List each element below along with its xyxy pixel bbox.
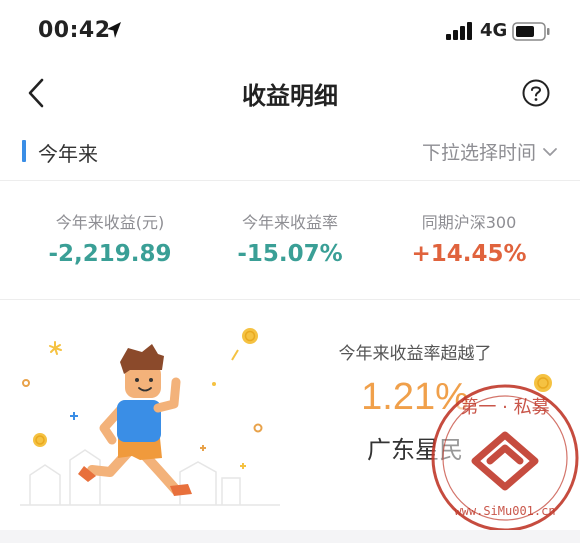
stat-label: 今年来收益率 bbox=[241, 213, 338, 232]
stats-row: 今年来收益(元) -2,219.89 今年来收益率 -15.07% 同期沪深30… bbox=[0, 181, 580, 300]
help-circle-icon bbox=[522, 79, 550, 107]
stat-ytd-return: 今年来收益率 -15.07% bbox=[200, 209, 380, 267]
stat-label: 同期沪深300 bbox=[421, 213, 517, 232]
help-button[interactable] bbox=[521, 78, 551, 108]
location-arrow-icon bbox=[107, 22, 121, 38]
stat-value: -15.07% bbox=[237, 241, 343, 267]
stat-value: -2,219.89 bbox=[48, 241, 172, 267]
signal-icon bbox=[446, 22, 472, 40]
watermark-stamp: 第一 · 私募 www.SiMu001.cn bbox=[431, 384, 579, 532]
nav-bar: 收益明细 bbox=[0, 62, 580, 124]
svg-text:第一 · 私募: 第一 · 私募 bbox=[460, 397, 549, 418]
network-type: 4G bbox=[480, 20, 508, 41]
battery-icon bbox=[512, 22, 550, 41]
svg-text:www.SiMu001.cn: www.SiMu001.cn bbox=[454, 504, 555, 518]
section-header: 今年来 下拉选择时间 bbox=[0, 124, 580, 181]
status-bar: 00:42 4G bbox=[0, 0, 580, 62]
bottom-bar bbox=[0, 530, 580, 543]
section-marker bbox=[22, 140, 26, 162]
status-time: 00:42 bbox=[38, 18, 111, 43]
chevron-down-icon bbox=[543, 147, 557, 156]
time-picker-label: 下拉选择时间 bbox=[421, 142, 536, 164]
page-title: 收益明细 bbox=[242, 82, 338, 110]
stat-ytd-profit: 今年来收益(元) -2,219.89 bbox=[20, 209, 200, 267]
stat-benchmark-hs300: 同期沪深300 +14.45% bbox=[379, 209, 559, 267]
section-title: 今年来 bbox=[38, 142, 98, 166]
stat-label: 今年来收益(元) bbox=[55, 213, 165, 232]
ranking-caption: 今年来收益率超越了 bbox=[338, 344, 492, 364]
runner-illustration bbox=[20, 328, 280, 506]
time-range-picker[interactable]: 下拉选择时间 bbox=[422, 138, 558, 165]
stat-value: +14.45% bbox=[411, 241, 527, 267]
